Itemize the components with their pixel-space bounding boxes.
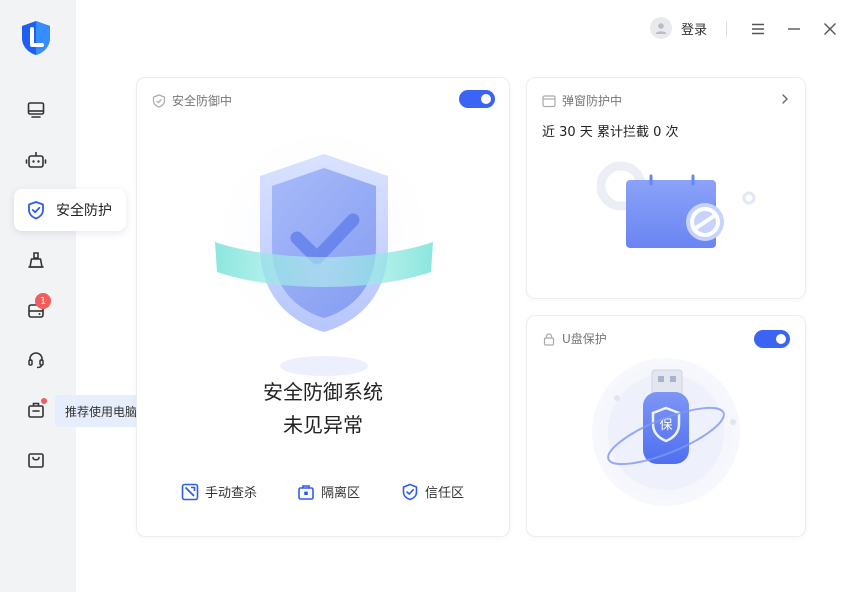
defense-card-header: 安全防御中 xyxy=(152,92,232,109)
usb-card: U盘保护 保 xyxy=(527,316,805,536)
status-line-1: 安全防御系统 xyxy=(263,380,383,404)
login-button[interactable]: 登录 xyxy=(650,17,707,39)
popup-block-stat: 近 30 天 累计拦截 0 次 xyxy=(542,125,679,140)
window-icon xyxy=(542,94,556,107)
close-icon xyxy=(824,23,836,35)
defense-toggle[interactable] xyxy=(459,90,495,108)
shield-outline-icon xyxy=(152,93,166,108)
shield-check-icon xyxy=(28,201,44,220)
trust-zone-button[interactable]: 信任区 xyxy=(401,482,464,501)
sidebar-item-label: 安全防护 xyxy=(56,203,112,219)
close-button[interactable] xyxy=(821,20,839,38)
chevron-right-icon[interactable] xyxy=(779,90,791,104)
app-logo xyxy=(20,20,52,56)
quarantine-label: 隔离区 xyxy=(321,486,361,501)
sidebar-item-store[interactable] xyxy=(22,446,50,474)
popup-card[interactable]: 弹窗防护中 近 30 天 累计拦截 0 次 xyxy=(527,78,805,298)
headset-icon xyxy=(28,352,44,369)
sidebar-item-cleanup[interactable] xyxy=(22,246,50,274)
notification-badge: 1 xyxy=(35,293,51,309)
status-line-2: 未见异常 xyxy=(283,413,363,437)
usb-illustration: 保 xyxy=(592,358,740,506)
new-dot-badge xyxy=(41,398,47,404)
popup-blocker-illustration xyxy=(597,161,756,248)
shield-illustration xyxy=(214,136,434,376)
usb-card-title: U盘保护 xyxy=(562,332,607,346)
menu-icon xyxy=(752,23,764,35)
sidebar-item-security[interactable]: 安全防护 xyxy=(14,189,126,231)
header-divider xyxy=(726,21,727,37)
sidebar-item-support[interactable] xyxy=(22,346,50,374)
manual-scan-button[interactable]: 手动查杀 xyxy=(181,482,257,501)
broom-icon xyxy=(28,252,44,268)
menu-button[interactable] xyxy=(749,20,767,38)
popup-card-header: 弹窗防护中 xyxy=(542,92,622,109)
minimize-button[interactable] xyxy=(785,20,803,38)
lock-icon xyxy=(543,333,555,346)
defense-card-title: 安全防御中 xyxy=(172,94,233,108)
monitor-icon xyxy=(27,102,45,118)
login-label: 登录 xyxy=(681,22,708,38)
shopping-bag-icon xyxy=(28,453,44,468)
manual-scan-label: 手动查杀 xyxy=(205,486,258,501)
trust-zone-label: 信任区 xyxy=(425,486,465,501)
popup-card-title: 弹窗防护中 xyxy=(562,94,623,108)
usb-card-header: U盘保护 xyxy=(542,330,607,347)
quarantine-button[interactable]: 隔离区 xyxy=(297,482,360,501)
user-icon xyxy=(655,23,667,34)
trust-shield-icon xyxy=(402,483,418,500)
usb-toggle[interactable] xyxy=(754,330,790,348)
robot-icon xyxy=(25,152,47,168)
avatar xyxy=(650,17,672,39)
defense-card: 安全防御中 安全防御系统 未见异常 xyxy=(137,78,509,536)
sidebar-item-robot[interactable] xyxy=(22,146,50,174)
sidebar: 安全防护 1 xyxy=(0,0,126,592)
quarantine-box-icon xyxy=(298,484,314,500)
sidebar-item-computer[interactable] xyxy=(22,96,50,124)
scan-icon xyxy=(181,483,199,500)
minimize-icon xyxy=(788,28,800,30)
